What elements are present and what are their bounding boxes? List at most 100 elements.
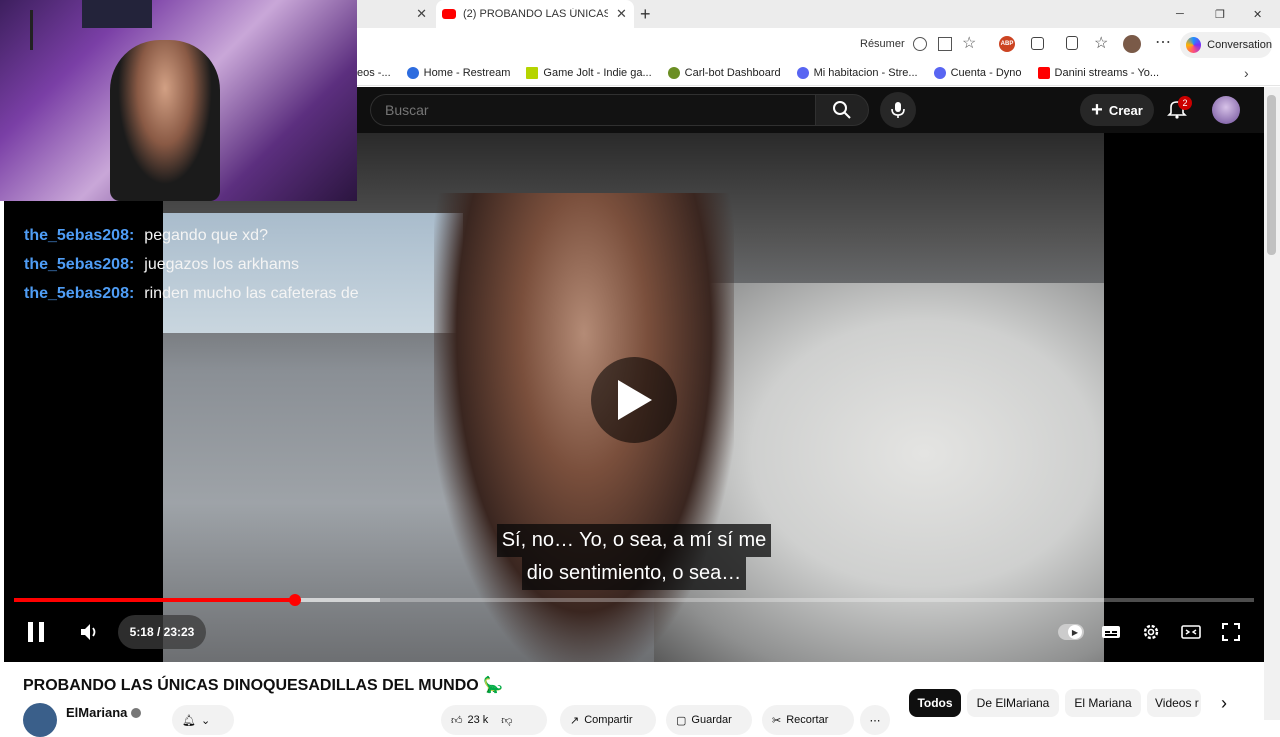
grid-icon[interactable]	[938, 37, 952, 51]
copilot-label: Conversation	[1207, 39, 1272, 51]
thumbs-down-icon: 👎︎	[501, 714, 513, 727]
stream-chat-overlay: the_5ebas208: pegando que xd? the_5ebas2…	[4, 203, 424, 313]
volume-icon	[81, 624, 96, 640]
chips-next-chevron-icon[interactable]: ›	[1212, 690, 1236, 716]
autoplay-play-icon: ▶	[1068, 625, 1082, 639]
chat-username: the_5ebas208:	[24, 284, 135, 302]
bookmark-item[interactable]: Cuenta - Dyno	[933, 67, 1022, 79]
clip-label: Recortar	[786, 714, 829, 726]
bookmark-item[interactable]: Danini streams - Yo...	[1037, 67, 1160, 79]
clip-button[interactable]: ✂ Recortar	[762, 705, 854, 735]
pause-button[interactable]	[21, 617, 51, 647]
voice-search-button[interactable]	[880, 92, 916, 128]
webcam-wall-cross	[30, 10, 33, 50]
copilot-button[interactable]: Conversation	[1180, 32, 1272, 58]
close-tab-icon[interactable]: ✕	[416, 6, 427, 22]
save-button[interactable]: ▢ Guardar	[666, 705, 752, 735]
extension-icon[interactable]	[1031, 37, 1044, 50]
tab-previous[interactable]: ✕	[357, 0, 435, 28]
channel-name: ElMariana	[66, 705, 128, 720]
bookmark-label: eos -...	[357, 67, 391, 79]
share-icon: ↗	[570, 714, 580, 727]
more-menu-icon[interactable]: ⋯	[1155, 32, 1171, 52]
more-actions-button[interactable]: ⋯	[860, 705, 890, 735]
notifications-button[interactable]: 2	[1166, 96, 1192, 122]
split-screen-icon[interactable]	[1066, 36, 1078, 50]
bookmark-item[interactable]: eos -...	[357, 67, 391, 79]
video-person	[434, 193, 734, 662]
close-window-button[interactable]: ✕	[1253, 0, 1273, 28]
theater-mode-icon	[1181, 625, 1201, 639]
chip-videos[interactable]: Videos r	[1147, 689, 1201, 717]
chat-message: the_5ebas208: rinden mucho las cafeteras…	[4, 279, 424, 308]
discord-icon	[933, 67, 946, 79]
fullscreen-button[interactable]	[1216, 617, 1246, 647]
chat-message: the_5ebas208: pegando que xd?	[4, 221, 424, 250]
bookmark-item[interactable]: Mi habitacion - Stre...	[796, 67, 918, 79]
chip-todos[interactable]: Todos	[909, 689, 961, 717]
save-icon: ▢	[676, 714, 687, 727]
like-count: 23 k	[467, 714, 489, 726]
discord-icon	[796, 67, 809, 79]
close-tab-icon[interactable]: ✕	[616, 6, 627, 22]
translate-icon[interactable]	[913, 37, 927, 51]
minimize-button[interactable]: ─	[1176, 0, 1196, 28]
play-button[interactable]	[591, 357, 677, 443]
carlbot-icon	[667, 67, 680, 79]
tab-youtube-video[interactable]: (2) PROBANDO LAS ÚNICAS DINO ✕	[436, 0, 634, 28]
chat-text: rinden mucho las cafeteras de	[144, 284, 359, 302]
webcam-person	[110, 40, 220, 201]
bookmark-label: Cuenta - Dyno	[950, 67, 1022, 79]
verified-icon	[131, 707, 142, 718]
channel-avatar[interactable]	[23, 703, 57, 737]
copilot-icon	[1186, 37, 1202, 53]
bookmark-item[interactable]: Carl-bot Dashboard	[667, 67, 781, 79]
adblock-icon[interactable]: ABP	[999, 36, 1015, 52]
youtube-icon	[1037, 67, 1050, 79]
gamejolt-icon	[526, 67, 539, 79]
share-button[interactable]: ↗ Compartir	[560, 705, 656, 735]
bookmark-item[interactable]: Game Jolt - Indie ga...	[526, 67, 652, 79]
chip-de-elmariana[interactable]: De ElMariana	[967, 689, 1059, 717]
channel-name-row[interactable]: ElMariana	[66, 705, 142, 720]
chip-el-mariana[interactable]: El Mariana	[1065, 689, 1141, 717]
bookmark-label: Danini streams - Yo...	[1054, 67, 1160, 79]
restore-button[interactable]: ❐	[1215, 0, 1235, 28]
bookmark-item[interactable]: Home - Restream	[406, 67, 510, 79]
settings-button[interactable]	[1136, 617, 1166, 647]
more-icon: ⋯	[869, 714, 881, 727]
bell-icon: 🔔︎	[182, 714, 196, 727]
resume-button[interactable]: Résumer	[860, 38, 905, 50]
search-button[interactable]	[815, 94, 869, 126]
bookmarks-overflow-chevron-icon[interactable]: ›	[1244, 65, 1249, 81]
profile-avatar[interactable]	[1123, 35, 1141, 53]
subscribe-bell-button[interactable]: 🔔︎ ⌄	[172, 705, 234, 735]
tab-label: (2) PROBANDO LAS ÚNICAS DINO	[463, 8, 608, 20]
progress-played	[14, 598, 295, 602]
pause-icon	[28, 622, 44, 642]
progress-scrubber[interactable]	[289, 594, 301, 606]
notification-count-badge: 2	[1178, 96, 1192, 110]
restream-icon	[406, 67, 419, 79]
autoplay-toggle[interactable]: ▶	[1058, 624, 1084, 640]
microphone-icon	[891, 102, 905, 118]
search-input[interactable]	[370, 94, 816, 126]
new-tab-button[interactable]: +	[640, 0, 660, 28]
account-avatar[interactable]	[1212, 96, 1240, 124]
star-icon[interactable]: ☆	[962, 33, 976, 53]
like-button[interactable]: 👍︎ 23 k 👎︎	[441, 705, 547, 735]
chat-username: the_5ebas208:	[24, 255, 135, 273]
time-display: 5:18 / 23:23	[118, 615, 206, 649]
scissors-icon: ✂	[772, 714, 782, 727]
theater-mode-button[interactable]	[1176, 617, 1206, 647]
fullscreen-icon	[1222, 623, 1240, 641]
create-button[interactable]: + Crear	[1080, 94, 1154, 126]
bookmark-label: Carl-bot Dashboard	[684, 67, 781, 79]
search-icon	[833, 101, 851, 119]
scrollbar-thumb[interactable]	[1267, 95, 1276, 255]
volume-button[interactable]	[75, 617, 105, 647]
favorites-icon[interactable]: ☆	[1094, 33, 1108, 53]
video-title: PROBANDO LAS ÚNICAS DINOQUESADILLAS DEL …	[23, 677, 504, 694]
subtitles-button[interactable]	[1096, 617, 1126, 647]
chat-message: the_5ebas208: juegazos los arkhams	[4, 250, 424, 279]
